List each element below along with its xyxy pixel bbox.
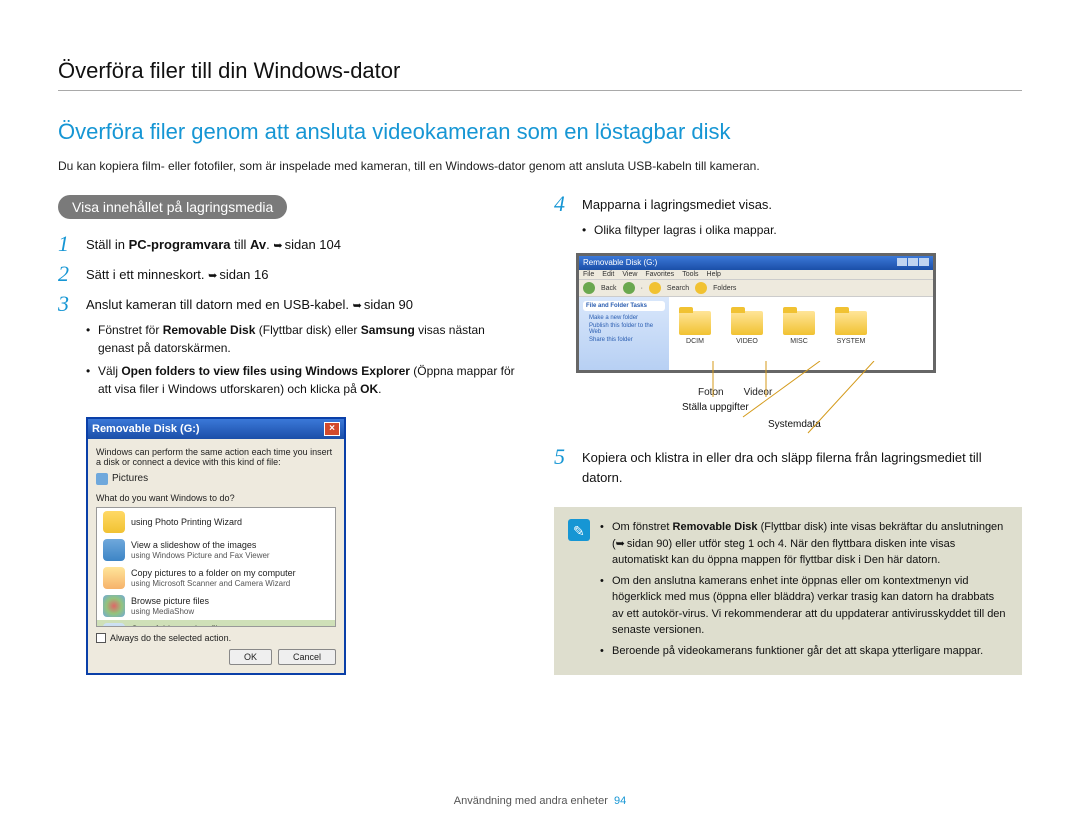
folder-system: SYSTEM (835, 311, 867, 359)
callout-label-system: Systemdata (768, 419, 958, 430)
window-controls-icon (896, 258, 929, 268)
menu-item: File (583, 271, 594, 278)
callout-label-foton: Foton (698, 387, 724, 398)
folder-video: VIDEO (731, 311, 763, 359)
dialog-option-list: using Photo Printing Wizard View a slide… (96, 507, 336, 627)
page-number: 94 (614, 795, 626, 807)
search-label: Search (667, 285, 689, 292)
explorer-title: Removable Disk (G:) (583, 258, 657, 268)
note-item: Om den anslutna kamerans enhet inte öppn… (600, 573, 1008, 639)
callout-label-videor: Videor (744, 387, 773, 398)
screenshot-explorer-window: Removable Disk (G:) File Edit View Favor… (576, 253, 936, 373)
step-text: Kopiera och klistra in eller dra och slä… (582, 448, 1022, 487)
page-ref-icon (273, 237, 284, 252)
step-number: 1 (58, 233, 76, 255)
dialog-question: What do you want Windows to do? (96, 493, 336, 503)
step-text: Mapparna i lagringsmediet visas. (582, 197, 772, 212)
step-number: 2 (58, 263, 76, 285)
scanner-icon (103, 567, 125, 589)
wizard-icon (103, 511, 125, 533)
folder-dcim: DCIM (679, 311, 711, 359)
step-5: 5 Kopiera och klistra in eller dra och s… (554, 448, 1022, 487)
pictures-icon (96, 473, 108, 485)
sidepanel-header: File and Folder Tasks (583, 301, 665, 311)
menu-item: View (622, 271, 637, 278)
folders-icon (695, 282, 707, 294)
intro-text: Du kan kopiera film- eller fotofiler, so… (58, 159, 1022, 173)
page-title: Överföra filer till din Windows-dator (58, 58, 1022, 91)
page-ref: sidan 16 (219, 267, 268, 282)
menu-item: Edit (602, 271, 614, 278)
pictures-label: Pictures (112, 473, 148, 484)
cancel-button: Cancel (278, 649, 336, 665)
step-number: 5 (554, 446, 572, 487)
folder-icon (835, 311, 867, 335)
always-label: Always do the selected action. (110, 633, 231, 643)
note-item: Beroende på videokamerans funktioner går… (600, 643, 1008, 660)
close-icon: × (324, 422, 340, 436)
page-footer: Användning med andra enheter 94 (0, 795, 1080, 807)
step-text: Anslut kameran till datorn med en USB-ka… (86, 297, 353, 312)
note-item: Om fönstret Removable Disk (Flyttbar dis… (600, 519, 1008, 569)
step-1: 1 Ställ in PC-programvara till Av. sidan… (58, 235, 518, 255)
folder-misc: MISC (783, 311, 815, 359)
page-subtitle: Överföra filer genom att ansluta videoka… (58, 119, 1022, 145)
back-icon (583, 282, 595, 294)
note-box: Om fönstret Removable Disk (Flyttbar dis… (554, 507, 1022, 675)
callout-label-stalla: Ställa uppgifter (682, 402, 958, 413)
step-3: 3 Anslut kameran till datorn med en USB-… (58, 295, 518, 403)
page-ref-icon (208, 267, 219, 282)
folder-icon (679, 311, 711, 335)
slideshow-icon (103, 539, 125, 561)
step-text: Sätt i ett minneskort. (86, 267, 208, 282)
search-icon (649, 282, 661, 294)
back-label: Back (601, 285, 617, 292)
bold: PC-programvara (129, 237, 231, 252)
screenshot-autoplay-dialog: Removable Disk (G:) × Windows can perfor… (86, 417, 346, 675)
folders-label: Folders (713, 285, 736, 292)
folder-open-icon (103, 623, 125, 627)
dialog-description: Windows can perform the same action each… (96, 447, 336, 467)
sub-bullet: Välj Open folders to view files using Wi… (86, 362, 518, 399)
step-4: 4 Mapparna i lagringsmediet visas. Olika… (554, 195, 1022, 243)
section-chip: Visa innehållet på lagringsmedia (58, 195, 287, 219)
bold: Av (250, 237, 266, 252)
dialog-title: Removable Disk (G:) (92, 423, 200, 435)
folder-icon (783, 311, 815, 335)
sub-bullet: Fönstret för Removable Disk (Flyttbar di… (86, 321, 518, 358)
mediashow-icon (103, 595, 125, 617)
step-2: 2 Sätt i ett minneskort. sidan 16 (58, 265, 518, 285)
checkbox-icon (96, 633, 106, 643)
sub-bullet: Olika filtyper lagras i olika mappar. (582, 221, 1022, 240)
page-ref: sidan 90 (364, 297, 413, 312)
ok-button: OK (229, 649, 272, 665)
side-link: Publish this folder to the Web (589, 323, 665, 335)
menu-item: Help (707, 271, 721, 278)
step-text: Ställ in (86, 237, 129, 252)
page-ref-icon (616, 538, 627, 550)
menu-item: Favorites (645, 271, 674, 278)
side-link: Make a new folder (589, 315, 665, 321)
page-ref: sidan 104 (285, 237, 341, 252)
side-link: Share this folder (589, 337, 665, 343)
folder-icon (731, 311, 763, 335)
menu-item: Tools (682, 271, 698, 278)
footer-text: Användning med andra enheter (454, 795, 608, 807)
note-icon (568, 519, 590, 541)
step-number: 3 (58, 293, 76, 403)
page-ref-icon (353, 297, 364, 312)
step-number: 4 (554, 193, 572, 243)
forward-icon (623, 282, 635, 294)
